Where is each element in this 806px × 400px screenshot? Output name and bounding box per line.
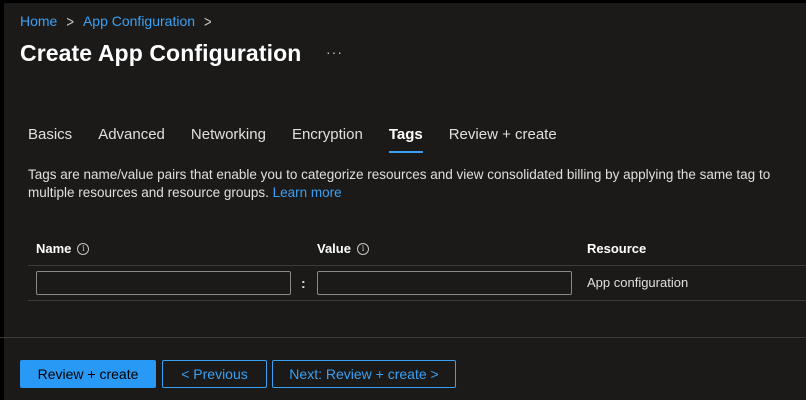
footer-divider — [0, 337, 806, 338]
column-header-resource-label: Resource — [587, 241, 647, 256]
column-header-value-label: Value — [317, 241, 351, 256]
table-row-divider — [28, 300, 806, 301]
table-header-divider — [28, 265, 806, 266]
tab-review-create[interactable]: Review + create — [449, 126, 557, 153]
tab-bar: Basics Advanced Networking Encryption Ta… — [28, 126, 583, 153]
chevron-right-icon: > — [204, 12, 212, 30]
column-header-name-label: Name — [36, 241, 72, 256]
window-edge-top — [0, 0, 806, 3]
breadcrumb-app-configuration-link[interactable]: App Configuration — [83, 13, 195, 29]
chevron-right-icon: > — [66, 12, 74, 30]
tab-networking[interactable]: Networking — [191, 126, 266, 153]
column-header-name: Name i — [36, 241, 90, 256]
page: Home > App Configuration > Create App Co… — [0, 0, 806, 400]
more-icon[interactable]: ··· — [326, 44, 343, 60]
breadcrumb-home-link[interactable]: Home — [20, 13, 57, 29]
column-header-value: Value i — [317, 241, 369, 256]
learn-more-link[interactable]: Learn more — [273, 185, 342, 200]
next-review-create-button[interactable]: Next: Review + create > — [272, 360, 456, 388]
breadcrumb: Home > App Configuration > — [20, 12, 221, 30]
tags-description: Tags are name/value pairs that enable yo… — [28, 166, 806, 202]
info-icon[interactable]: i — [356, 242, 369, 255]
tab-tags[interactable]: Tags — [388, 126, 423, 153]
tab-advanced[interactable]: Advanced — [98, 126, 165, 153]
name-value-separator: : — [301, 275, 306, 291]
tab-encryption[interactable]: Encryption — [292, 126, 363, 153]
column-header-resource: Resource — [587, 241, 646, 256]
tab-basics[interactable]: Basics — [28, 126, 72, 153]
previous-button[interactable]: < Previous — [162, 360, 267, 388]
review-create-button[interactable]: Review + create — [20, 360, 156, 388]
info-icon[interactable]: i — [77, 242, 90, 255]
page-title: Create App Configuration — [20, 40, 302, 66]
tags-description-text: Tags are name/value pairs that enable yo… — [28, 167, 771, 200]
tag-resource-cell: App configuration — [587, 275, 689, 290]
window-edge-left — [0, 0, 4, 400]
tag-name-input[interactable] — [36, 271, 291, 295]
tag-value-input[interactable] — [317, 271, 572, 295]
